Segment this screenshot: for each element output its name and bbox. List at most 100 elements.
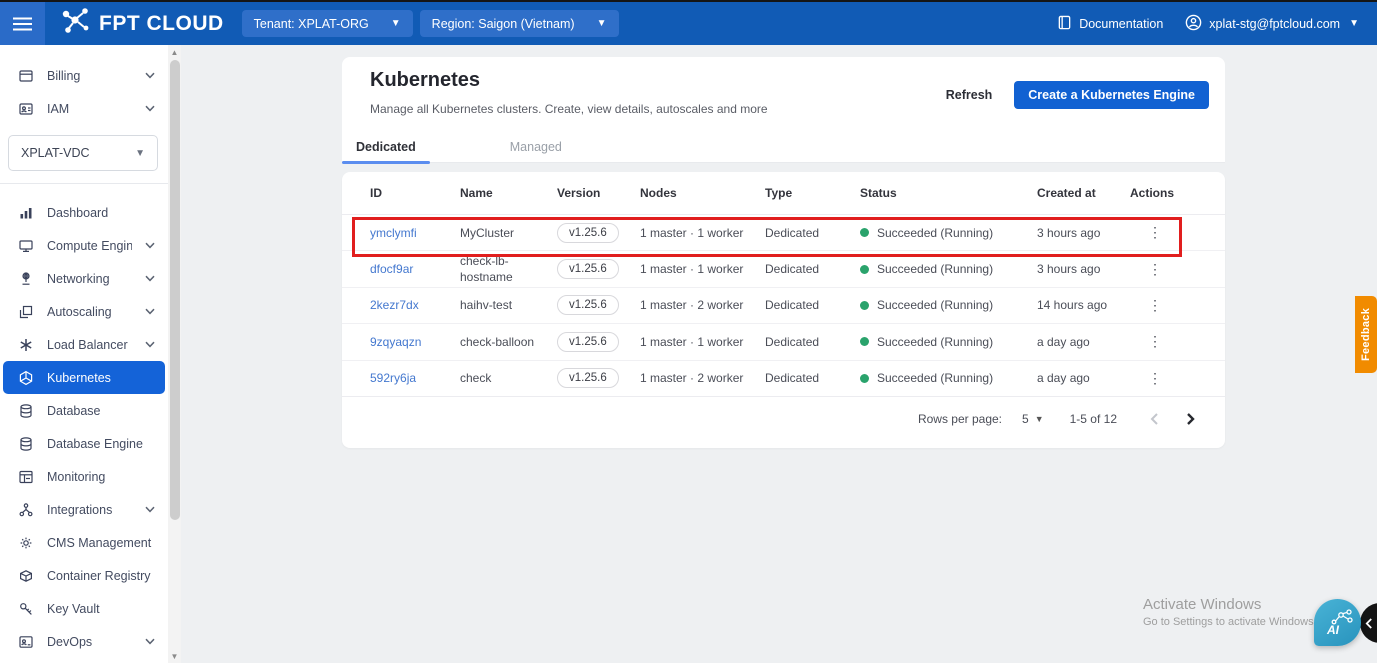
region-select[interactable]: Region: Saigon (Vietnam) ▼	[419, 10, 619, 37]
table-row: 592ry6ja check v1.25.6 1 master · 2 work…	[342, 361, 1225, 397]
sidebar-item-devops[interactable]: DevOps	[3, 625, 165, 658]
region-select-value: Region: Saigon (Vietnam)	[431, 16, 575, 31]
table-row: ymclymfi MyCluster v1.25.6 1 master · 1 …	[342, 215, 1225, 252]
cluster-status: Succeeded (Running)	[860, 226, 1037, 240]
pagination-range: 1-5 of 12	[1069, 412, 1117, 426]
brand-logo[interactable]: FPT CLOUD	[45, 7, 242, 40]
documentation-link[interactable]: Documentation	[1057, 15, 1163, 33]
column-header-status: Status	[860, 186, 897, 200]
row-actions-kebab-icon[interactable]: ⋮	[1130, 224, 1162, 241]
table-row: 9zqyaqzn check-balloon v1.25.6 1 master …	[342, 324, 1225, 361]
tab-managed[interactable]: Managed	[496, 132, 576, 162]
cluster-type: Dedicated	[765, 225, 820, 240]
cluster-type: Dedicated	[765, 371, 820, 386]
pagination: Rows per page: 5 ▼ 1-5 of 12	[918, 408, 1201, 430]
row-actions-kebab-icon[interactable]: ⋮	[1130, 261, 1162, 278]
cluster-nodes: 1 master · 2 worker	[640, 371, 744, 386]
column-header-version: Version	[557, 186, 601, 200]
chevron-down-icon	[145, 105, 155, 112]
sidebar-item-iam[interactable]: IAM	[3, 92, 165, 125]
key-vault-icon	[18, 601, 34, 617]
cluster-type: Dedicated	[765, 262, 820, 277]
tab-dedicated[interactable]: Dedicated	[342, 132, 430, 164]
compute-engine-icon	[18, 238, 34, 254]
chevron-down-icon	[145, 308, 155, 315]
cluster-created-at: 14 hours ago	[1037, 298, 1108, 313]
row-actions-kebab-icon[interactable]: ⋮	[1130, 333, 1162, 350]
clusters-table-card: ID Name Version Nodes Type Status Created at Ac…	[342, 172, 1225, 448]
cluster-id-link[interactable]: 592ry6ja	[370, 371, 460, 385]
cluster-status: Succeeded (Running)	[860, 335, 1037, 349]
version-chip: v1.25.6	[557, 259, 619, 280]
create-kubernetes-engine-button[interactable]: Create a Kubernetes Engine	[1014, 81, 1209, 109]
cluster-id-link[interactable]: 9zqyaqzn	[370, 335, 460, 349]
table-row: dfocf9ar check-lb-hostname v1.25.6 1 mas…	[342, 251, 1225, 288]
sidebar-item-autoscaling[interactable]: Autoscaling	[3, 295, 165, 328]
sidebar-scrollbar[interactable]: ▲ ▼	[168, 45, 181, 663]
database-engine-icon	[18, 436, 34, 452]
rows-per-page-select[interactable]: Rows per page: 5 ▼	[918, 412, 1044, 426]
sidebar-divider	[0, 183, 168, 184]
cluster-status: Succeeded (Running)	[860, 262, 1037, 276]
cluster-name: haihv-test	[460, 298, 513, 313]
cluster-nodes: 1 master · 1 worker	[640, 262, 744, 277]
sidebar-item-kubernetes[interactable]: Kubernetes	[3, 361, 165, 394]
chevron-down-icon	[145, 72, 155, 79]
table-row: 2kezr7dx haihv-test v1.25.6 1 master · 2…	[342, 288, 1225, 325]
main-content: Kubernetes Manage all Kubernetes cluster…	[181, 45, 1377, 663]
chevron-down-icon	[145, 638, 155, 645]
documentation-label: Documentation	[1079, 16, 1164, 31]
cluster-id-link[interactable]: 2kezr7dx	[370, 298, 460, 312]
cluster-name: check	[460, 371, 492, 386]
cluster-id-link[interactable]: dfocf9ar	[370, 262, 460, 276]
tab-bar: Dedicated Managed	[342, 132, 1225, 164]
networking-icon	[18, 271, 34, 287]
column-header-id: ID	[370, 186, 382, 200]
user-menu[interactable]: xplat-stg@fptcloud.com ▼	[1185, 14, 1359, 34]
vdc-select[interactable]: XPLAT-VDC ▼	[8, 135, 158, 171]
sidebar-item-database-engine[interactable]: Database Engine	[3, 427, 165, 460]
feedback-tab[interactable]: Feedback	[1355, 296, 1377, 373]
status-dot-icon	[860, 228, 869, 238]
row-actions-kebab-icon[interactable]: ⋮	[1130, 370, 1162, 387]
sidebar-item-billing[interactable]: Billing	[3, 59, 165, 92]
devops-icon	[18, 634, 34, 650]
sidebar-item-monitoring[interactable]: Monitoring	[3, 460, 165, 493]
cluster-created-at: 3 hours ago	[1037, 262, 1101, 277]
scroll-up-icon[interactable]: ▲	[168, 45, 181, 59]
status-dot-icon	[860, 300, 869, 310]
sidebar-item-compute-engine[interactable]: Compute Engine	[3, 229, 165, 262]
scroll-down-icon[interactable]: ▼	[168, 649, 181, 663]
tenant-select-value: Tenant: XPLAT-ORG	[253, 16, 369, 31]
sidebar-item-cms-management[interactable]: CMS Management	[3, 526, 165, 559]
chevron-down-icon: ▼	[390, 18, 401, 29]
table-header-row: ID Name Version Nodes Type Status Created at Ac…	[342, 172, 1225, 215]
ai-assistant-button[interactable]: AI	[1314, 599, 1361, 646]
previous-page-icon[interactable]	[1143, 408, 1165, 430]
chevron-down-icon	[145, 341, 155, 348]
ai-fab-label: AI	[1326, 623, 1340, 637]
topbar: FPT CLOUD Tenant: XPLAT-ORG ▼ Region: Sa…	[0, 0, 1377, 45]
sidebar-item-key-vault[interactable]: Key Vault	[3, 592, 165, 625]
next-page-icon[interactable]	[1179, 408, 1201, 430]
menu-icon[interactable]	[0, 2, 45, 45]
monitoring-icon	[18, 469, 34, 485]
sidebar-item-networking[interactable]: Networking	[3, 262, 165, 295]
sidebar-item-load-balancer[interactable]: Load Balancer	[3, 328, 165, 361]
version-chip: v1.25.6	[557, 222, 619, 243]
status-dot-icon	[860, 337, 869, 347]
sidebar-item-database[interactable]: Database	[3, 394, 165, 427]
tenant-select[interactable]: Tenant: XPLAT-ORG ▼	[241, 10, 413, 37]
sidebar-item-integrations[interactable]: Integrations	[3, 493, 165, 526]
sidebar-item-dashboard[interactable]: Dashboard	[3, 196, 165, 229]
status-dot-icon	[860, 373, 869, 383]
cluster-id-link[interactable]: ymclymfi	[370, 226, 460, 240]
cluster-created-at: a day ago	[1037, 371, 1090, 386]
sidebar-item-container-registry[interactable]: Container Registry	[3, 559, 165, 592]
cluster-nodes: 1 master · 1 worker	[640, 334, 744, 349]
rows-per-page-label: Rows per page:	[917, 412, 1003, 426]
row-actions-kebab-icon[interactable]: ⋮	[1130, 297, 1162, 314]
refresh-button[interactable]: Refresh	[946, 88, 993, 102]
scrollbar-thumb[interactable]	[169, 60, 180, 520]
database-icon	[18, 403, 34, 419]
